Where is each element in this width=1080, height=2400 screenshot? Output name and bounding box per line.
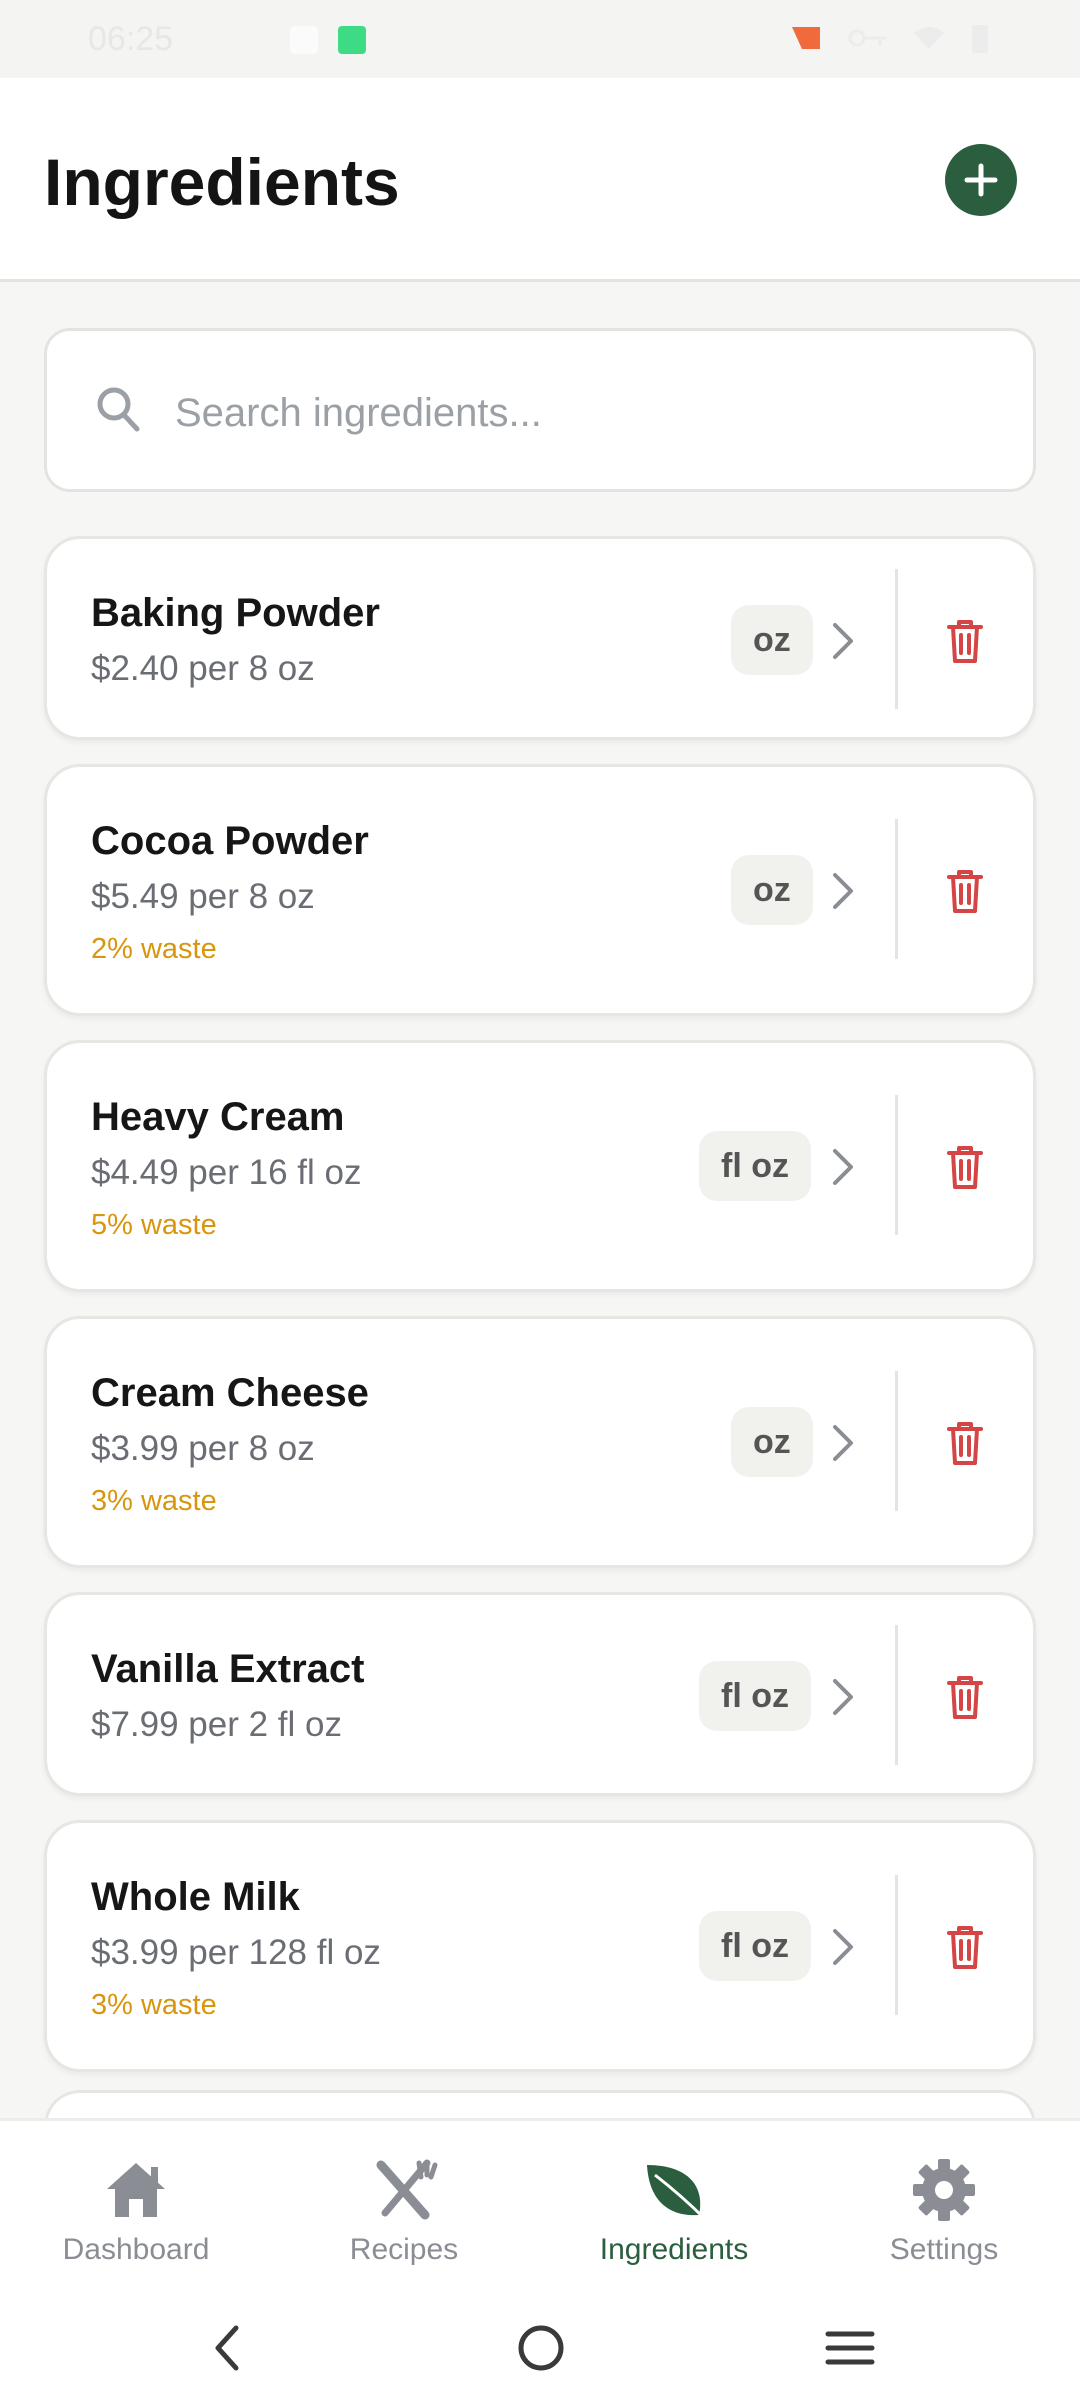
chevron-right-icon[interactable]: [829, 869, 859, 913]
waste-label: 3% waste: [91, 1989, 217, 2021]
chevron-right-icon[interactable]: [829, 1145, 859, 1189]
ingredient-card[interactable]: Vanilla Extract $7.99 per 2 fl oz fl oz: [44, 1592, 1036, 1796]
ingredient-name: Baking Powder: [91, 591, 380, 635]
trash-icon[interactable]: [943, 1673, 987, 1721]
ingredient-price: $3.99 per 128 fl oz: [91, 1933, 381, 1972]
app-header: Ingredients: [0, 78, 1080, 282]
trash-icon[interactable]: [943, 1923, 987, 1971]
home-icon: [107, 2163, 165, 2217]
wifi-icon: [914, 27, 944, 49]
status-bar: 06:25: [0, 0, 1080, 78]
card-divider: [895, 1625, 898, 1765]
unit-badge: oz: [731, 855, 813, 925]
ingredient-card[interactable]: Whole Milk $3.99 per 128 fl oz 3% waste …: [44, 1820, 1036, 2072]
search-icon: [97, 387, 140, 432]
nav-item-dashboard[interactable]: Dashboard: [36, 2157, 236, 2267]
unit-badge: oz: [731, 605, 813, 675]
ingredient-card[interactable]: Heavy Cream $4.49 per 16 fl oz 5% waste …: [44, 1040, 1036, 1292]
chevron-right-icon[interactable]: [829, 619, 859, 663]
add-ingredient-button[interactable]: [945, 144, 1017, 216]
ingredient-name: Heavy Cream: [91, 1095, 345, 1139]
page-title: Ingredients: [44, 145, 400, 219]
unit-badge: fl oz: [699, 1661, 811, 1731]
nav-item-recipes[interactable]: Recipes: [304, 2157, 504, 2267]
ingredient-card[interactable]: Baking Powder $2.40 per 8 oz oz: [44, 536, 1036, 740]
ingredient-name: Cocoa Powder: [91, 819, 369, 863]
chevron-right-icon[interactable]: [829, 1925, 859, 1969]
back-icon[interactable]: [206, 2320, 246, 2376]
trash-icon[interactable]: [943, 1419, 987, 1467]
waste-label: 3% waste: [91, 1485, 217, 1517]
waste-label: 2% waste: [91, 933, 217, 965]
waste-label: 5% waste: [91, 1209, 217, 1241]
card-divider: [895, 569, 898, 709]
status-time: 06:25: [88, 20, 174, 58]
unit-badge: fl oz: [699, 1911, 811, 1981]
card-divider: [895, 1095, 898, 1235]
ingredient-card[interactable]: Cream Cheese $3.99 per 8 oz 3% waste oz: [44, 1316, 1036, 1568]
ingredient-price: $3.99 per 8 oz: [91, 1429, 315, 1468]
app-notification-icon: [338, 26, 366, 54]
gear-icon: [913, 2159, 975, 2221]
nav-item-settings[interactable]: Settings: [844, 2157, 1044, 2267]
chevron-right-icon[interactable]: [829, 1421, 859, 1465]
ingredient-name: Whole Milk: [91, 1875, 300, 1919]
key-icon: [848, 29, 886, 47]
nav-label: Recipes: [349, 2233, 459, 2266]
ingredient-name: Cream Cheese: [91, 1371, 369, 1415]
ingredient-card[interactable]: Cocoa Powder $5.49 per 8 oz 2% waste oz: [44, 764, 1036, 1016]
notification-icon: [290, 26, 318, 54]
system-nav-bar: [0, 2298, 1080, 2400]
battery-icon: [972, 25, 988, 53]
card-divider: [895, 819, 898, 959]
home-circle-icon[interactable]: [514, 2320, 568, 2376]
search-bar[interactable]: [44, 328, 1036, 492]
chevron-right-icon[interactable]: [829, 1675, 859, 1719]
nav-label: Ingredients: [599, 2233, 749, 2266]
nav-label: Settings: [889, 2233, 999, 2266]
card-divider: [895, 1875, 898, 2015]
nav-label: Dashboard: [62, 2233, 210, 2266]
ingredient-name: Vanilla Extract: [91, 1647, 365, 1691]
nav-item-ingredients[interactable]: Ingredients: [574, 2157, 774, 2267]
unit-badge: fl oz: [699, 1131, 811, 1201]
leaf-icon: [647, 2165, 707, 2221]
menu-icon[interactable]: [824, 2320, 876, 2376]
ingredient-price: $7.99 per 2 fl oz: [91, 1705, 342, 1744]
ingredient-price: $2.40 per 8 oz: [91, 649, 315, 688]
status-icons: [790, 22, 990, 54]
trash-icon[interactable]: [943, 617, 987, 665]
trash-icon[interactable]: [943, 867, 987, 915]
ingredient-price: $5.49 per 8 oz: [91, 877, 315, 916]
cast-icon: [792, 27, 820, 49]
trash-icon[interactable]: [943, 1143, 987, 1191]
ingredient-price: $4.49 per 16 fl oz: [91, 1153, 362, 1192]
bottom-nav: Dashboard Recipes Ingredients Settings: [0, 2118, 1080, 2298]
search-input[interactable]: [175, 371, 975, 455]
plus-icon: [964, 163, 998, 197]
unit-badge: oz: [731, 1407, 813, 1477]
utensils-icon: [376, 2159, 438, 2220]
card-divider: [895, 1371, 898, 1511]
